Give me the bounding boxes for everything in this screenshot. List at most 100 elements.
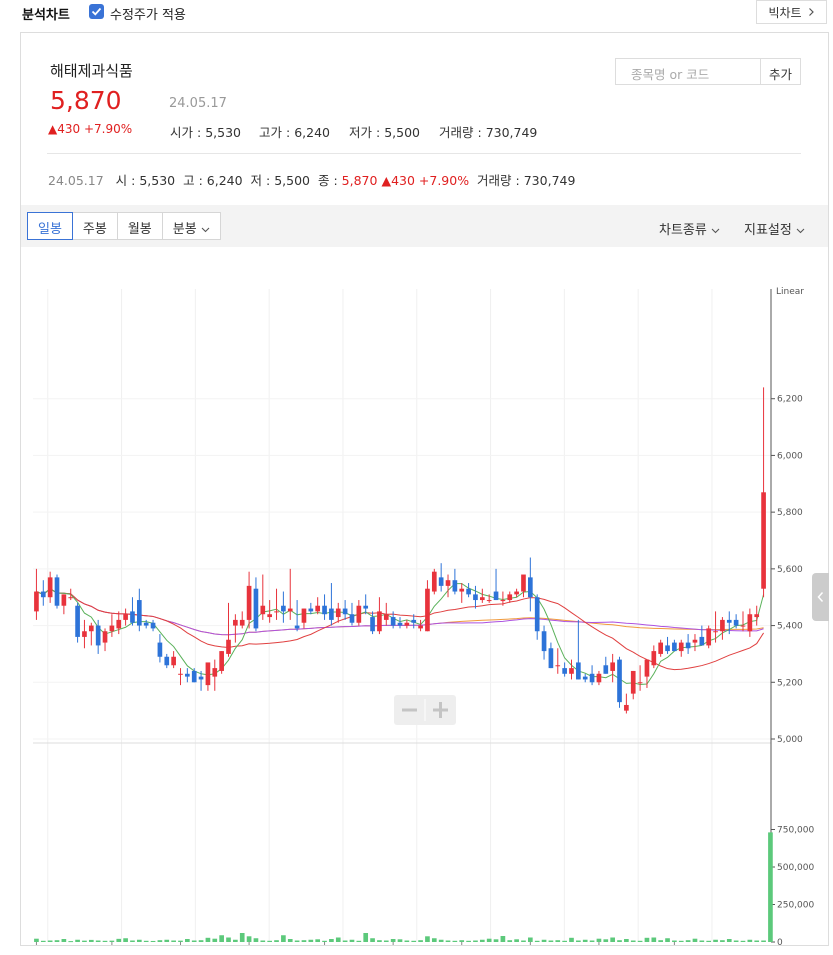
tab-minute[interactable]: 분봉 [161,212,221,240]
volume-bar [75,939,80,942]
volume-bar [233,939,238,942]
candle [75,602,80,643]
candle-body [116,619,122,629]
candle-body [301,608,307,623]
candle-body [473,594,478,601]
stock-search-input[interactable]: 종목명 or 코드 [615,58,761,85]
summary-change-percent: +7.90% [418,173,470,188]
volume-bar [754,940,760,942]
volume-bar [287,939,293,942]
candle [596,670,602,686]
candle [740,611,746,632]
candle-body [178,673,183,675]
volume-bar [356,940,362,942]
tab-weekly[interactable]: 주봉 [71,212,118,240]
volume-bar [109,940,115,942]
volume-bar [720,940,725,942]
check-icon [91,7,102,16]
volume-bar [569,937,574,942]
volume-bar [761,940,766,942]
chart-panel: 해태제과식품 5,870 24.05.17 ▲430 +7.90% 시가 : 5… [20,32,829,946]
volume-bar [479,939,485,942]
volume-bar [294,940,300,942]
candle [678,639,684,657]
volume-bar [507,940,513,942]
candle-body [397,622,403,626]
candle [747,608,753,637]
candle-body [699,636,705,646]
volume-bar [733,940,739,942]
volume-bar [116,938,122,942]
candle [383,602,389,626]
volume-bar [555,940,561,942]
candle-body [40,591,46,598]
candle [226,602,231,657]
volume-bar [699,940,705,942]
candle-body [390,617,396,626]
tab-daily[interactable]: 일봉 [27,212,73,240]
price-tick-label: 5,200 [777,678,803,688]
candle [34,568,39,620]
candle-body [143,622,149,626]
volume-bar [178,940,183,942]
volume-bar [740,940,746,942]
summary-close: 5,870 [341,173,378,188]
candle [123,608,128,626]
volume-bar [404,940,410,942]
period-tabs: 일봉 주봉 월봉 분봉 [27,212,221,240]
summary-low-label: 저 [250,173,263,188]
candle-body [569,668,574,674]
candle [624,693,629,714]
side-panel-toggle[interactable] [812,573,829,621]
volume-bar [411,940,417,942]
indicator-settings-dropdown[interactable]: 지표설정 [744,219,805,238]
volume-bar [576,940,581,942]
volume-bar [692,938,698,942]
candle [335,602,341,623]
volume-bar [390,939,396,942]
volume-bar [171,940,176,942]
chevron-down-icon [201,227,210,233]
volume-bar [40,940,46,942]
volume-tick-label: 250,000 [777,901,814,911]
candle [445,574,451,598]
candle-body [274,611,279,613]
volume-bar [47,940,53,942]
tab-monthly[interactable]: 월봉 [116,212,163,240]
candle-body [541,631,547,652]
candle [308,602,314,615]
candle [672,639,677,652]
candle [658,639,664,657]
volume-bar [534,940,540,942]
big-chart-button[interactable]: 빅차트 [756,0,827,24]
adjusted-price-checkbox[interactable] [89,4,104,19]
candle [116,611,122,635]
chart-type-dropdown[interactable]: 차트종류 [659,219,720,238]
volume-bar [164,939,170,942]
candle-body [253,588,259,629]
candle-body [610,662,615,671]
candle [665,636,670,654]
volume-bar [383,940,389,942]
add-button[interactable]: 추가 [760,58,801,85]
adjusted-price-label[interactable]: 수정주가 적용 [110,4,186,23]
candle-body [418,625,423,629]
volume-bar [82,940,87,942]
candle-body [212,668,218,677]
volume-bar [212,938,218,942]
candle-body [713,631,718,633]
summary-open: 5,530 [139,173,176,188]
candle [548,642,554,669]
volume-bar [301,940,307,942]
candlestick-chart[interactable]: Linear 6,200 6,000 5,800 5,600 5,400 5,200 5,00… [21,247,828,945]
volume-bar [61,939,67,942]
candle [507,591,513,603]
volume-bar [136,939,142,942]
volume-bar [54,940,60,942]
volume-bar [281,935,286,942]
candle [692,634,698,652]
candle-body [82,631,87,637]
candle [136,588,142,632]
candle-body [294,625,300,629]
candle [185,668,190,683]
